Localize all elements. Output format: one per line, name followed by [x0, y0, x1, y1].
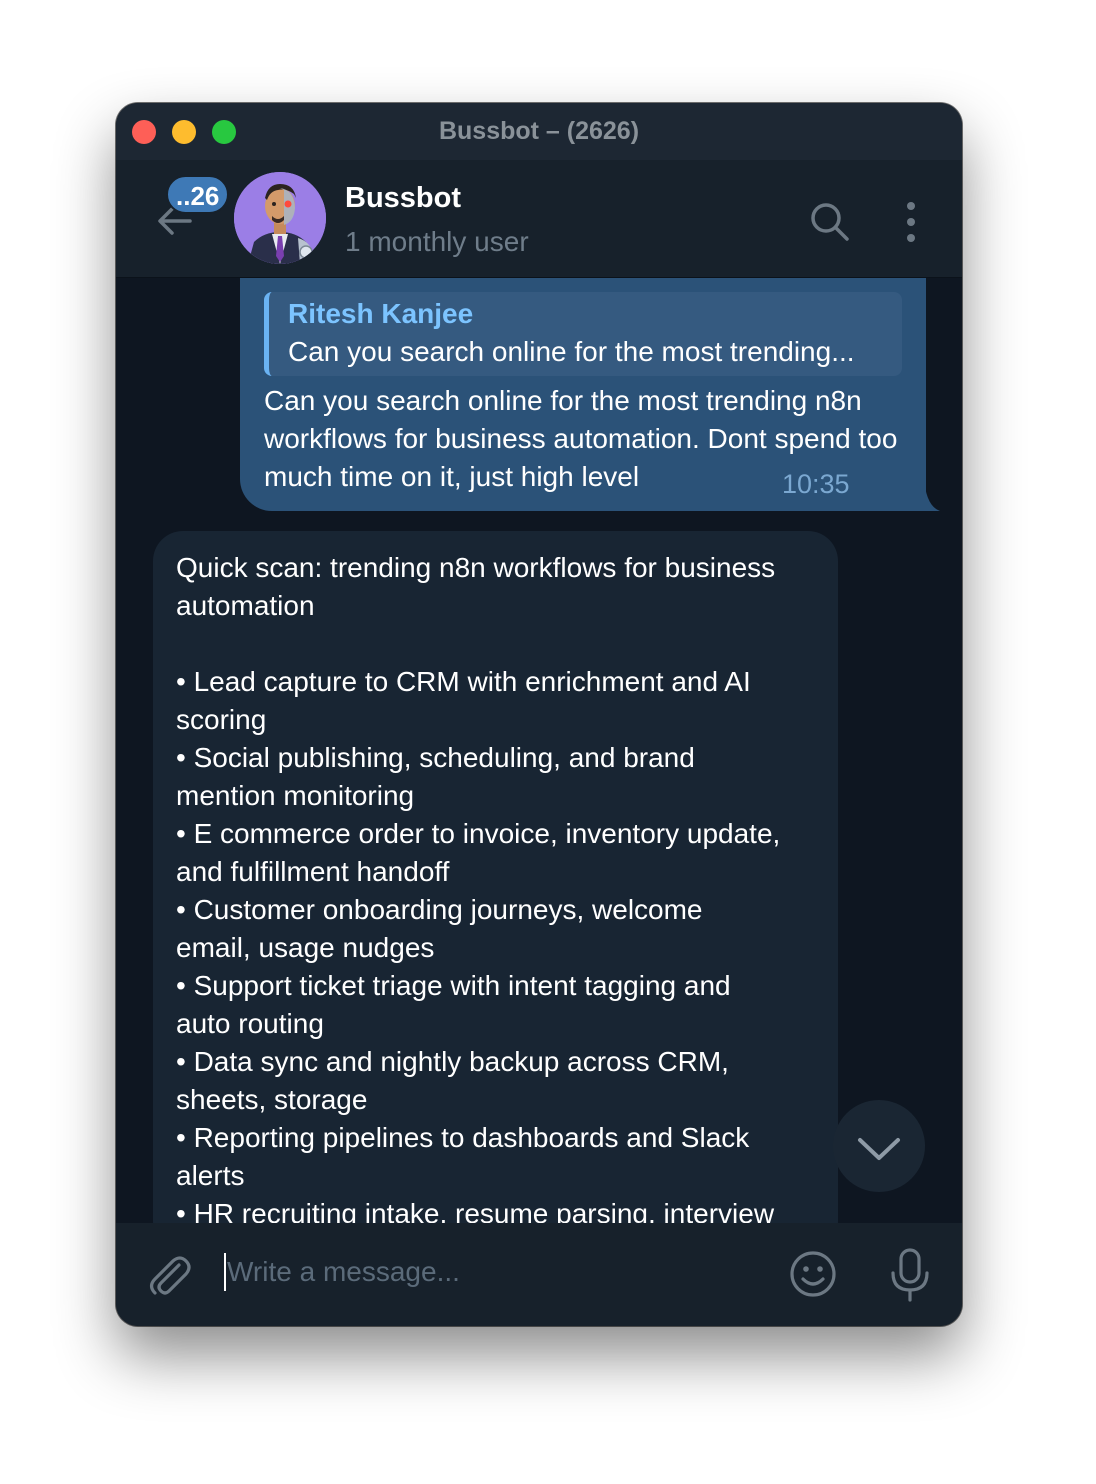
message-line: email, usage nudges	[176, 932, 435, 963]
message-line: • HR recruiting intake, resume parsing, …	[176, 1198, 775, 1223]
message-line	[176, 625, 826, 663]
message-input[interactable]	[227, 1249, 767, 1295]
unread-count-badge: ..26	[166, 175, 230, 214]
message-composer	[116, 1223, 962, 1326]
voice-record-button[interactable]	[888, 1247, 932, 1303]
message-time: 10:35	[782, 469, 850, 499]
message-line: • Customer onboarding journeys, welcome	[176, 894, 703, 925]
chat-header: ..26 Bussbot 1 monthly user	[116, 160, 962, 278]
incoming-message[interactable]: Quick scan: trending n8n workflows for b…	[153, 531, 838, 1223]
message-line: • Reporting pipelines to dashboards and …	[176, 1122, 750, 1153]
search-icon	[811, 203, 849, 241]
chat-status: 1 monthly user	[345, 226, 529, 257]
robot-businessman-avatar-icon	[234, 172, 326, 264]
message-line: • Support ticket triage with intent tagg…	[176, 970, 731, 1001]
microphone-icon	[891, 1248, 929, 1302]
message-line: • Lead capture to CRM with enrichment an…	[176, 666, 751, 697]
smiley-icon	[790, 1251, 836, 1297]
reply-preview: Can you search online for the most trend…	[288, 336, 855, 367]
incoming-message-text: Quick scan: trending n8n workflows for b…	[176, 549, 826, 1223]
message-line: • Social publishing, scheduling, and bra…	[176, 742, 695, 773]
message-line: Quick scan: trending n8n workflows for b…	[176, 552, 776, 583]
more-options-button[interactable]	[896, 200, 926, 244]
message-line: scoring	[176, 704, 267, 735]
title-bar: Bussbot – (2626)	[116, 103, 962, 160]
more-vertical-icon	[907, 202, 915, 242]
paperclip-icon	[149, 1256, 191, 1295]
search-button[interactable]	[808, 200, 852, 244]
emoji-button[interactable]	[788, 1249, 838, 1299]
bubble-tail	[916, 478, 940, 511]
attach-button[interactable]	[146, 1251, 192, 1299]
app-window: Bussbot – (2626) ..26 Bussbot 1 monthly …	[116, 103, 962, 1326]
message-line: auto routing	[176, 1008, 324, 1039]
outgoing-message[interactable]: Ritesh Kanjee Can you search online for …	[240, 278, 926, 511]
chat-name[interactable]: Bussbot	[345, 182, 461, 215]
avatar[interactable]	[234, 172, 326, 264]
chevron-down-icon	[858, 1138, 900, 1160]
message-line: mention monitoring	[176, 780, 415, 811]
reply-author: Ritesh Kanjee	[288, 298, 474, 329]
message-line: • Data sync and nightly backup across CR…	[176, 1046, 729, 1077]
message-line: and fulfillment handoff	[176, 856, 450, 887]
scroll-down-button[interactable]	[833, 1100, 925, 1192]
message-list[interactable]: Ritesh Kanjee Can you search online for …	[116, 278, 962, 1223]
message-line: automation	[176, 590, 315, 621]
message-line: sheets, storage	[176, 1084, 368, 1115]
reply-quote[interactable]: Ritesh Kanjee Can you search online for …	[264, 292, 902, 376]
window-title: Bussbot – (2626)	[438, 117, 640, 145]
text-caret	[224, 1253, 226, 1291]
message-line: alerts	[176, 1160, 245, 1191]
message-line: • E commerce order to invoice, inventory…	[176, 818, 781, 849]
